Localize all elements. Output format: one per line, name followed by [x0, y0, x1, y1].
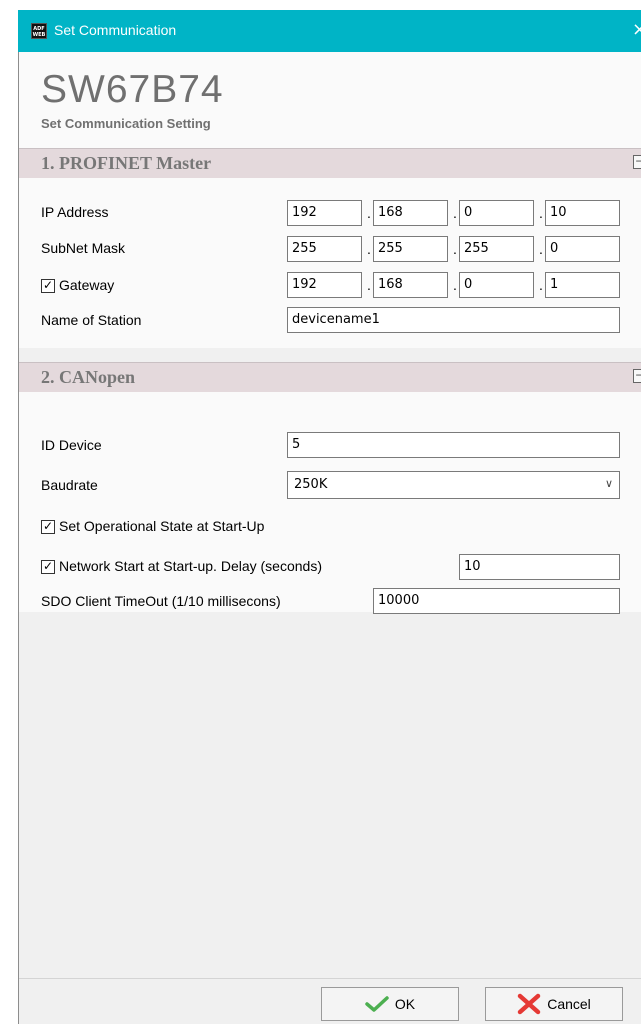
mask-octet-3-input[interactable]: 255 — [459, 236, 534, 262]
svg-text:WEB: WEB — [33, 32, 46, 38]
cancel-label: Cancel — [547, 996, 591, 1012]
collapse-icon[interactable]: − — [633, 369, 641, 383]
dot: . — [453, 277, 457, 293]
dot: . — [539, 277, 543, 293]
ok-label: OK — [394, 996, 416, 1012]
chevron-down-icon: ∨ — [604, 477, 613, 490]
gateway-octet-2-input[interactable]: 168 — [373, 272, 448, 298]
collapse-icon[interactable]: − — [633, 155, 641, 169]
gateway-checkbox[interactable]: ✓ — [41, 279, 55, 293]
gateway-octet-1-input[interactable]: 192 — [287, 272, 362, 298]
ip-octet-4-input[interactable]: 10 — [545, 200, 620, 226]
cancel-button[interactable]: Cancel — [485, 987, 623, 1021]
dialog-body: SW67B74 Set Communication Setting 1. PRO… — [18, 52, 641, 1024]
dot: . — [539, 205, 543, 221]
checkmark-icon — [365, 996, 389, 1012]
netstart-label: Network Start at Start-up. Delay (second… — [59, 558, 322, 574]
sdo-timeout-input[interactable]: 10000 — [373, 588, 620, 614]
ip-address-label: IP Address — [41, 204, 109, 220]
window-title: Set Communication — [54, 22, 177, 38]
dialog-footer: OK Cancel — [19, 978, 641, 1024]
page-subtitle: Set Communication Setting — [41, 116, 211, 131]
section-body-profinet: IP Address 192 . 168 . 0 . 10 SubNet Mas… — [19, 178, 641, 348]
section-body-canopen: ID Device 5 Baudrate 250K ∨ ✓ Set Operat… — [19, 392, 641, 614]
gateway-octet-3-input[interactable]: 0 — [459, 272, 534, 298]
dot: . — [367, 205, 371, 221]
dot: . — [453, 205, 457, 221]
mask-octet-4-input[interactable]: 0 — [545, 236, 620, 262]
dot: . — [539, 241, 543, 257]
gateway-octet-4-input[interactable]: 1 — [545, 272, 620, 298]
baudrate-label: Baudrate — [41, 477, 98, 493]
mask-octet-2-input[interactable]: 255 — [373, 236, 448, 262]
id-device-input[interactable]: 5 — [287, 432, 620, 458]
section-title-canopen: 2. CANopen — [41, 367, 136, 387]
netstart-checkbox[interactable]: ✓ — [41, 560, 55, 574]
title-bar: ADF WEB Set Communication × — [18, 10, 641, 52]
ip-octet-1-input[interactable]: 192 — [287, 200, 362, 226]
dot: . — [367, 241, 371, 257]
id-device-label: ID Device — [41, 437, 102, 453]
station-name-label: Name of Station — [41, 312, 142, 328]
opstate-checkbox[interactable]: ✓ — [41, 520, 55, 534]
opstate-label: Set Operational State at Start-Up — [59, 518, 265, 534]
baudrate-value: 250K — [294, 477, 328, 492]
close-icon[interactable]: × — [632, 19, 641, 40]
dot: . — [367, 277, 371, 293]
baudrate-select[interactable]: 250K ∨ — [287, 471, 620, 499]
cross-icon — [517, 993, 541, 1015]
header-area: SW67B74 Set Communication Setting — [19, 52, 641, 148]
dot: . — [453, 241, 457, 257]
gateway-label: Gateway — [59, 277, 115, 293]
section-title-profinet: 1. PROFINET Master — [41, 153, 212, 173]
section-header-canopen[interactable]: 2. CANopen − — [19, 362, 641, 392]
ip-octet-2-input[interactable]: 168 — [373, 200, 448, 226]
station-name-input[interactable]: devicename1 — [287, 307, 620, 333]
ok-button[interactable]: OK — [321, 987, 459, 1021]
sdo-timeout-label: SDO Client TimeOut (1/10 millisecons) — [41, 593, 281, 609]
mask-octet-1-input[interactable]: 255 — [287, 236, 362, 262]
app-icon: ADF WEB — [31, 23, 47, 39]
subnet-mask-label: SubNet Mask — [41, 240, 126, 256]
ip-octet-3-input[interactable]: 0 — [459, 200, 534, 226]
product-name: SW67B74 — [41, 68, 224, 111]
netstart-delay-input[interactable]: 10 — [459, 554, 620, 580]
section-header-profinet[interactable]: 1. PROFINET Master − — [19, 148, 641, 178]
